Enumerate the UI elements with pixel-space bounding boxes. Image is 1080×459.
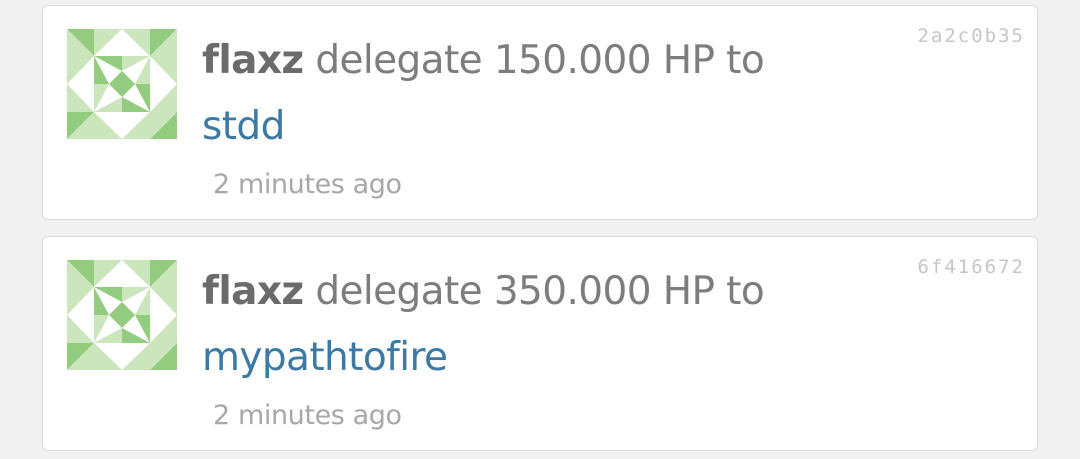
username-link[interactable]: flaxz	[202, 38, 304, 83]
delegatee-link[interactable]: mypathtofire	[202, 330, 448, 386]
operation-action: delegate 150.000 HP to	[315, 38, 765, 83]
identicon-avatar-icon	[67, 29, 177, 139]
identicon-avatar[interactable]	[67, 29, 177, 139]
timestamp: 2 minutes ago	[213, 169, 402, 200]
operation-description: flaxz delegate 150.000 HP to	[202, 33, 765, 89]
delegatee-link[interactable]: stdd	[202, 99, 285, 155]
timestamp: 2 minutes ago	[213, 400, 402, 431]
operation-description: flaxz delegate 350.000 HP to	[202, 264, 765, 320]
operation-card: 2a2c0b35 flaxz delegate 150.000 HP to st…	[42, 5, 1038, 220]
operation-action: delegate 350.000 HP to	[315, 269, 765, 314]
transaction-hash[interactable]: 2a2c0b35	[917, 25, 1025, 47]
operation-card: 6f416672 flaxz delegate 350.000 HP to my…	[42, 236, 1038, 451]
username-link[interactable]: flaxz	[202, 269, 304, 314]
identicon-avatar[interactable]	[67, 260, 177, 370]
identicon-avatar-icon	[67, 260, 177, 370]
transaction-hash[interactable]: 6f416672	[917, 256, 1025, 278]
